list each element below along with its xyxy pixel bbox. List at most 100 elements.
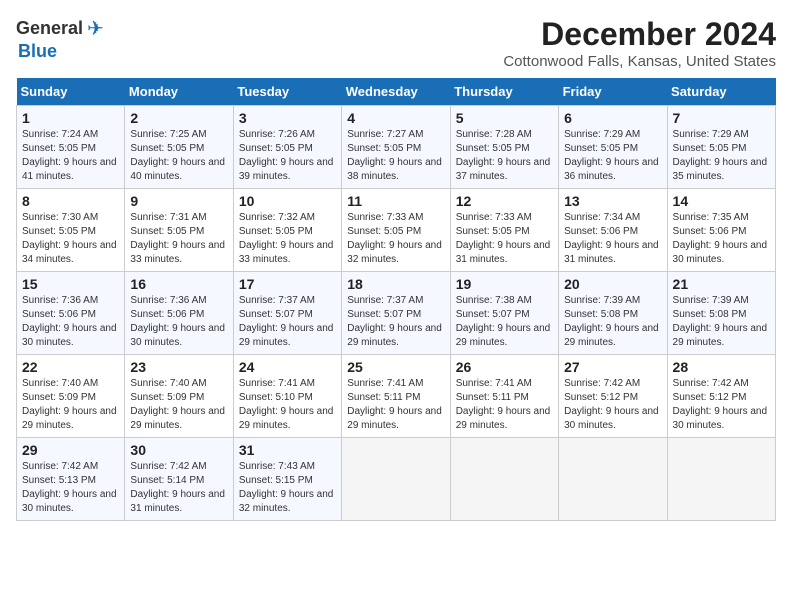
calendar-cell xyxy=(450,438,558,521)
page-subtitle: Cottonwood Falls, Kansas, United States xyxy=(503,53,776,70)
day-number: 17 xyxy=(239,276,336,292)
day-info: Sunrise: 7:37 AMSunset: 5:07 PMDaylight:… xyxy=(239,295,334,348)
calendar-cell: 3 Sunrise: 7:26 AMSunset: 5:05 PMDayligh… xyxy=(233,106,341,189)
day-info: Sunrise: 7:42 AMSunset: 5:13 PMDaylight:… xyxy=(22,461,117,514)
calendar-cell xyxy=(667,438,775,521)
day-number: 7 xyxy=(673,110,770,126)
calendar-cell: 30 Sunrise: 7:42 AMSunset: 5:14 PMDaylig… xyxy=(125,438,233,521)
day-number: 31 xyxy=(239,442,336,458)
logo-bird-icon: ✈ xyxy=(87,16,104,41)
calendar-cell: 18 Sunrise: 7:37 AMSunset: 5:07 PMDaylig… xyxy=(342,272,450,355)
day-info: Sunrise: 7:41 AMSunset: 5:11 PMDaylight:… xyxy=(456,378,551,431)
day-info: Sunrise: 7:42 AMSunset: 5:14 PMDaylight:… xyxy=(130,461,225,514)
weekday-header-saturday: Saturday xyxy=(667,78,775,106)
day-info: Sunrise: 7:30 AMSunset: 5:05 PMDaylight:… xyxy=(22,212,117,265)
day-number: 23 xyxy=(130,359,227,375)
day-info: Sunrise: 7:42 AMSunset: 5:12 PMDaylight:… xyxy=(564,378,659,431)
weekday-header-tuesday: Tuesday xyxy=(233,78,341,106)
calendar-cell: 9 Sunrise: 7:31 AMSunset: 5:05 PMDayligh… xyxy=(125,189,233,272)
calendar-cell: 24 Sunrise: 7:41 AMSunset: 5:10 PMDaylig… xyxy=(233,355,341,438)
day-info: Sunrise: 7:35 AMSunset: 5:06 PMDaylight:… xyxy=(673,212,768,265)
calendar-cell xyxy=(559,438,667,521)
calendar-cell: 5 Sunrise: 7:28 AMSunset: 5:05 PMDayligh… xyxy=(450,106,558,189)
day-info: Sunrise: 7:39 AMSunset: 5:08 PMDaylight:… xyxy=(564,295,659,348)
calendar-week-3: 15 Sunrise: 7:36 AMSunset: 5:06 PMDaylig… xyxy=(17,272,776,355)
logo-general-text: General xyxy=(16,18,83,39)
calendar-cell xyxy=(342,438,450,521)
calendar-cell: 8 Sunrise: 7:30 AMSunset: 5:05 PMDayligh… xyxy=(17,189,125,272)
day-number: 18 xyxy=(347,276,444,292)
day-info: Sunrise: 7:37 AMSunset: 5:07 PMDaylight:… xyxy=(347,295,442,348)
calendar-cell: 29 Sunrise: 7:42 AMSunset: 5:13 PMDaylig… xyxy=(17,438,125,521)
calendar-cell: 11 Sunrise: 7:33 AMSunset: 5:05 PMDaylig… xyxy=(342,189,450,272)
day-number: 9 xyxy=(130,193,227,209)
day-number: 19 xyxy=(456,276,553,292)
weekday-header-thursday: Thursday xyxy=(450,78,558,106)
calendar-cell: 31 Sunrise: 7:43 AMSunset: 5:15 PMDaylig… xyxy=(233,438,341,521)
day-info: Sunrise: 7:24 AMSunset: 5:05 PMDaylight:… xyxy=(22,129,117,182)
day-number: 13 xyxy=(564,193,661,209)
page-header: General ✈ Blue December 2024 Cottonwood … xyxy=(16,16,776,70)
calendar-cell: 21 Sunrise: 7:39 AMSunset: 5:08 PMDaylig… xyxy=(667,272,775,355)
calendar-cell: 10 Sunrise: 7:32 AMSunset: 5:05 PMDaylig… xyxy=(233,189,341,272)
calendar-cell: 27 Sunrise: 7:42 AMSunset: 5:12 PMDaylig… xyxy=(559,355,667,438)
calendar-cell: 23 Sunrise: 7:40 AMSunset: 5:09 PMDaylig… xyxy=(125,355,233,438)
day-info: Sunrise: 7:28 AMSunset: 5:05 PMDaylight:… xyxy=(456,129,551,182)
calendar-cell: 6 Sunrise: 7:29 AMSunset: 5:05 PMDayligh… xyxy=(559,106,667,189)
day-info: Sunrise: 7:42 AMSunset: 5:12 PMDaylight:… xyxy=(673,378,768,431)
day-info: Sunrise: 7:43 AMSunset: 5:15 PMDaylight:… xyxy=(239,461,334,514)
calendar-header: SundayMondayTuesdayWednesdayThursdayFrid… xyxy=(17,78,776,106)
day-info: Sunrise: 7:25 AMSunset: 5:05 PMDaylight:… xyxy=(130,129,225,182)
day-number: 21 xyxy=(673,276,770,292)
day-info: Sunrise: 7:33 AMSunset: 5:05 PMDaylight:… xyxy=(347,212,442,265)
calendar-week-5: 29 Sunrise: 7:42 AMSunset: 5:13 PMDaylig… xyxy=(17,438,776,521)
day-info: Sunrise: 7:40 AMSunset: 5:09 PMDaylight:… xyxy=(22,378,117,431)
day-number: 5 xyxy=(456,110,553,126)
day-number: 28 xyxy=(673,359,770,375)
day-info: Sunrise: 7:36 AMSunset: 5:06 PMDaylight:… xyxy=(130,295,225,348)
calendar-cell: 12 Sunrise: 7:33 AMSunset: 5:05 PMDaylig… xyxy=(450,189,558,272)
calendar-cell: 2 Sunrise: 7:25 AMSunset: 5:05 PMDayligh… xyxy=(125,106,233,189)
calendar-cell: 4 Sunrise: 7:27 AMSunset: 5:05 PMDayligh… xyxy=(342,106,450,189)
day-info: Sunrise: 7:36 AMSunset: 5:06 PMDaylight:… xyxy=(22,295,117,348)
day-info: Sunrise: 7:32 AMSunset: 5:05 PMDaylight:… xyxy=(239,212,334,265)
calendar-week-4: 22 Sunrise: 7:40 AMSunset: 5:09 PMDaylig… xyxy=(17,355,776,438)
day-number: 8 xyxy=(22,193,119,209)
title-section: December 2024 Cottonwood Falls, Kansas, … xyxy=(503,16,776,70)
day-info: Sunrise: 7:26 AMSunset: 5:05 PMDaylight:… xyxy=(239,129,334,182)
day-number: 10 xyxy=(239,193,336,209)
calendar-cell: 13 Sunrise: 7:34 AMSunset: 5:06 PMDaylig… xyxy=(559,189,667,272)
calendar-cell: 1 Sunrise: 7:24 AMSunset: 5:05 PMDayligh… xyxy=(17,106,125,189)
calendar-cell: 20 Sunrise: 7:39 AMSunset: 5:08 PMDaylig… xyxy=(559,272,667,355)
logo-blue-text: Blue xyxy=(18,41,57,62)
calendar-week-1: 1 Sunrise: 7:24 AMSunset: 5:05 PMDayligh… xyxy=(17,106,776,189)
day-info: Sunrise: 7:38 AMSunset: 5:07 PMDaylight:… xyxy=(456,295,551,348)
calendar-cell: 14 Sunrise: 7:35 AMSunset: 5:06 PMDaylig… xyxy=(667,189,775,272)
day-number: 3 xyxy=(239,110,336,126)
day-info: Sunrise: 7:40 AMSunset: 5:09 PMDaylight:… xyxy=(130,378,225,431)
weekday-header-friday: Friday xyxy=(559,78,667,106)
day-number: 1 xyxy=(22,110,119,126)
calendar-table: SundayMondayTuesdayWednesdayThursdayFrid… xyxy=(16,78,776,521)
day-number: 15 xyxy=(22,276,119,292)
day-info: Sunrise: 7:29 AMSunset: 5:05 PMDaylight:… xyxy=(564,129,659,182)
day-info: Sunrise: 7:27 AMSunset: 5:05 PMDaylight:… xyxy=(347,129,442,182)
calendar-cell: 19 Sunrise: 7:38 AMSunset: 5:07 PMDaylig… xyxy=(450,272,558,355)
day-number: 30 xyxy=(130,442,227,458)
day-info: Sunrise: 7:29 AMSunset: 5:05 PMDaylight:… xyxy=(673,129,768,182)
calendar-cell: 16 Sunrise: 7:36 AMSunset: 5:06 PMDaylig… xyxy=(125,272,233,355)
day-info: Sunrise: 7:41 AMSunset: 5:11 PMDaylight:… xyxy=(347,378,442,431)
page-title: December 2024 xyxy=(503,16,776,53)
day-number: 22 xyxy=(22,359,119,375)
day-number: 2 xyxy=(130,110,227,126)
calendar-cell: 22 Sunrise: 7:40 AMSunset: 5:09 PMDaylig… xyxy=(17,355,125,438)
day-number: 16 xyxy=(130,276,227,292)
calendar-cell: 26 Sunrise: 7:41 AMSunset: 5:11 PMDaylig… xyxy=(450,355,558,438)
day-info: Sunrise: 7:34 AMSunset: 5:06 PMDaylight:… xyxy=(564,212,659,265)
day-info: Sunrise: 7:39 AMSunset: 5:08 PMDaylight:… xyxy=(673,295,768,348)
day-info: Sunrise: 7:31 AMSunset: 5:05 PMDaylight:… xyxy=(130,212,225,265)
day-number: 24 xyxy=(239,359,336,375)
day-number: 4 xyxy=(347,110,444,126)
calendar-cell: 15 Sunrise: 7:36 AMSunset: 5:06 PMDaylig… xyxy=(17,272,125,355)
day-number: 29 xyxy=(22,442,119,458)
